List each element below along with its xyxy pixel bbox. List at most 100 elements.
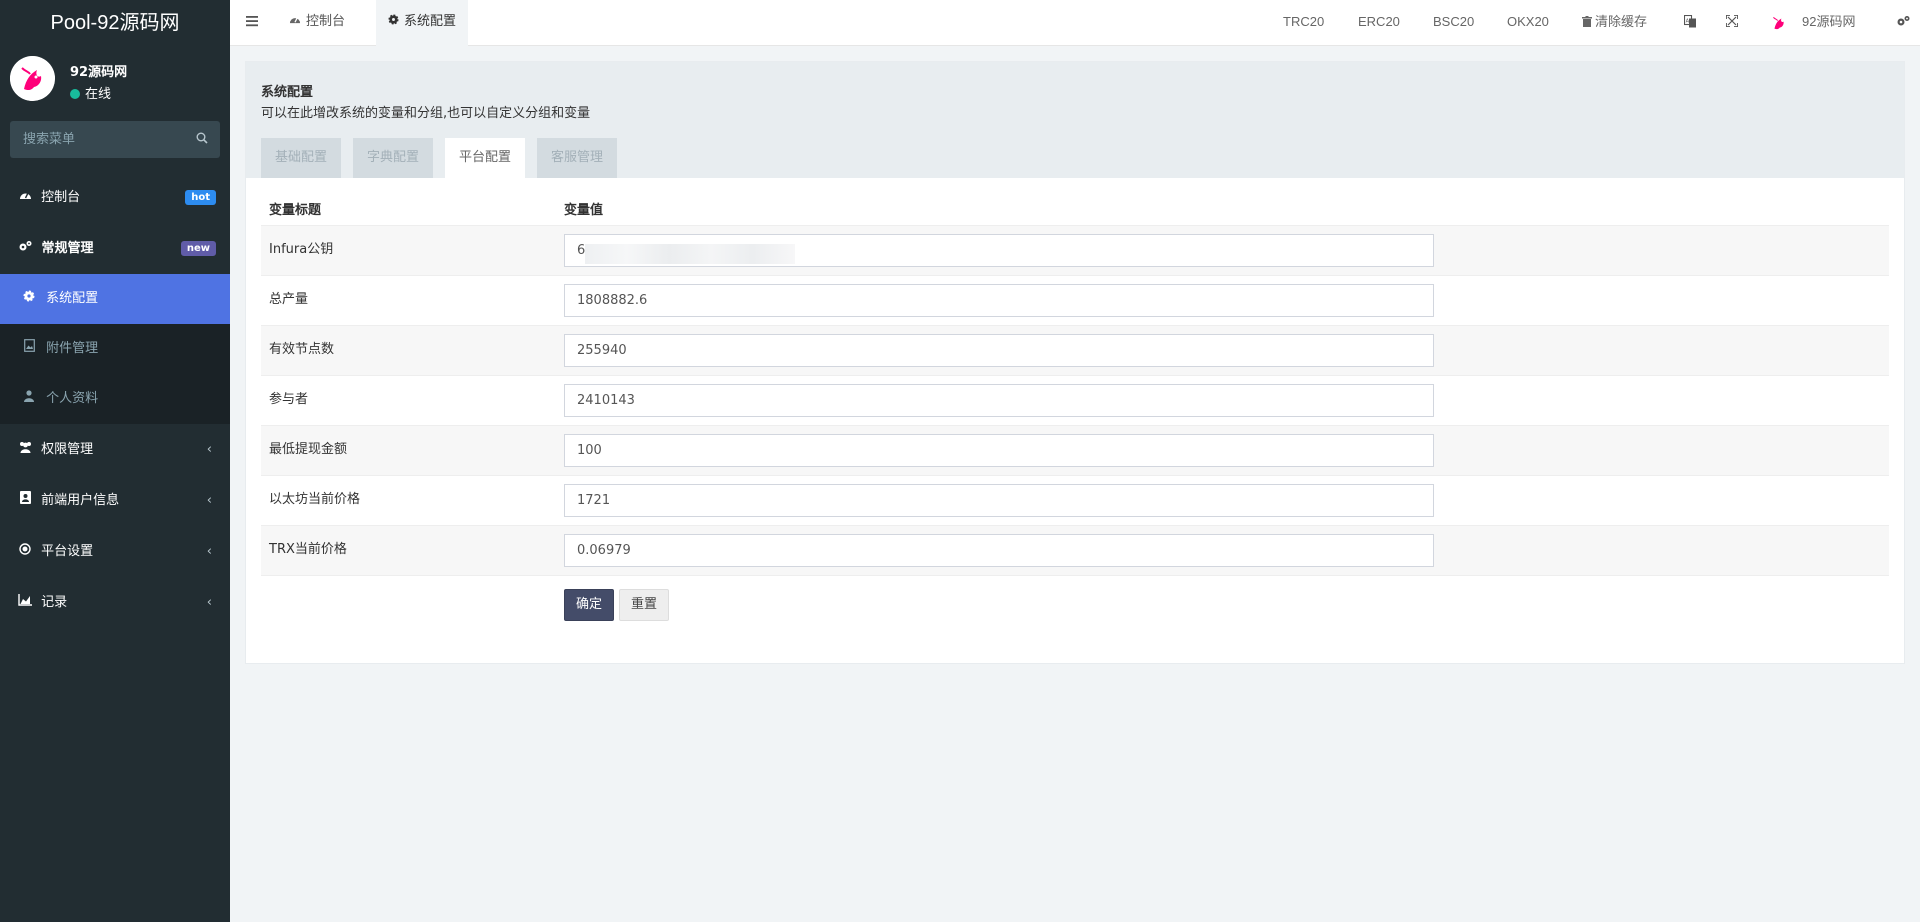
address-book-icon (18, 475, 32, 526)
area-chart-icon (18, 577, 32, 628)
settings-cogs-icon[interactable] (1896, 15, 1910, 31)
sidebar-item-label: 前端用户信息 (41, 493, 120, 508)
page-title: 系统配置 (261, 85, 314, 100)
sidebar-item-general[interactable]: 常规管理 new (0, 223, 230, 274)
valid-nodes-input[interactable] (564, 333, 1434, 367)
tab-label: 控制台 (306, 14, 346, 29)
row-value-cell (556, 275, 1889, 326)
avatar (10, 56, 55, 101)
tab-label: 系统配置 (404, 14, 457, 29)
row-label: 有效节点数 (261, 325, 556, 376)
chevron-left-icon: ‹ (206, 595, 212, 610)
column-header: 变量标题 (261, 193, 556, 226)
chevron-left-icon: ‹ (206, 442, 212, 457)
sidebar-submenu: 系统配置 附件管理 个人资料 (0, 274, 230, 424)
min-withdraw-input[interactable] (564, 433, 1434, 467)
row-label: 参与者 (261, 375, 556, 426)
fullscreen-icon[interactable] (1725, 14, 1739, 31)
sidebar-item-permissions[interactable]: 权限管理 ‹ (0, 424, 230, 475)
table-row: 总产量 (261, 275, 1889, 326)
translate-icon[interactable]: A (1683, 14, 1697, 32)
erc20-link[interactable]: ERC20 (1358, 0, 1400, 44)
reset-button[interactable]: 重置 (619, 589, 670, 621)
participants-input[interactable] (564, 383, 1434, 417)
hot-badge: hot (185, 190, 216, 205)
online-status: 在线 (70, 83, 111, 102)
bsc20-link[interactable]: BSC20 (1433, 0, 1474, 44)
sidebar-item-label: 记录 (41, 595, 68, 610)
sidebar-item-profile[interactable]: 个人资料 (0, 374, 230, 424)
table-row: 有效节点数 (261, 325, 1889, 376)
trash-icon (1582, 16, 1592, 27)
okx20-link[interactable]: OKX20 (1507, 0, 1549, 44)
chevron-left-icon: ‹ (206, 493, 212, 508)
eth-price-input[interactable] (564, 483, 1434, 517)
chevron-left-icon: ‹ (206, 544, 212, 559)
row-label: TRX当前价格 (261, 525, 556, 576)
trc20-link[interactable]: TRC20 (1283, 0, 1324, 44)
table-row: TRX当前价格 (261, 525, 1889, 576)
search-icon[interactable] (196, 132, 208, 148)
group-icon (18, 424, 32, 475)
gear-icon (22, 274, 36, 324)
tab-customer-service[interactable]: 客服管理 (537, 138, 618, 178)
table-row: Infura公钥 (261, 225, 1889, 276)
confirm-button[interactable]: 确定 (564, 589, 615, 621)
sidebar-item-attachments[interactable]: 附件管理 (0, 324, 230, 374)
panel-heading: 系统配置 可以在此增改系统的变量和分组,也可以自定义分组和变量 基础配置 字典配… (246, 62, 1904, 178)
sidebar-item-label: 权限管理 (41, 442, 94, 457)
menu-search-input[interactable] (10, 121, 220, 158)
sidebar-item-platform-settings[interactable]: 平台设置 ‹ (0, 526, 230, 577)
row-value-cell (556, 375, 1889, 426)
row-value-cell (556, 525, 1889, 576)
circle-icon (18, 526, 32, 577)
sidebar-user-name: 92源码网 (70, 65, 128, 80)
sidebar-item-label: 平台设置 (41, 544, 94, 559)
row-label: 以太坊当前价格 (261, 475, 556, 526)
sidebar-item-records[interactable]: 记录 ‹ (0, 577, 230, 628)
row-value-cell (556, 325, 1889, 376)
sidebar: Pool-92源码网 92源码网 在线 控制台 hot 常规管理 new (0, 0, 230, 922)
table-header-row: 变量标题 变量值 (261, 193, 1889, 226)
config-table: 变量标题 变量值 Infura公钥 总产量 有效节点数 参与者 最低提现金额 以… (261, 193, 1889, 576)
sidebar-item-dashboard[interactable]: 控制台 hot (0, 172, 230, 223)
tab-system-config[interactable]: 系统配置 (376, 0, 469, 46)
dashboard-icon (289, 14, 301, 29)
image-file-icon (22, 324, 36, 374)
sidebar-item-label: 附件管理 (46, 341, 99, 356)
total-output-input[interactable] (564, 283, 1434, 317)
cogs-icon (18, 223, 32, 274)
sidebar-menu: 控制台 hot 常规管理 new 系统配置 附件管理 个人资料 权限管理 ‹ 前… (0, 172, 230, 628)
menu-search[interactable] (10, 121, 220, 158)
top-user-name[interactable]: 92源码网 (1802, 0, 1855, 44)
row-label: 总产量 (261, 275, 556, 326)
table-row: 以太坊当前价格 (261, 475, 1889, 526)
menu-toggle-icon[interactable] (246, 15, 258, 31)
table-row: 参与者 (261, 375, 1889, 426)
sidebar-item-label: 系统配置 (46, 291, 99, 306)
svg-text:A: A (1686, 19, 1690, 25)
new-badge: new (180, 241, 216, 256)
online-dot-icon (70, 89, 80, 99)
table-row: 最低提现金额 (261, 425, 1889, 476)
user-avatar-icon[interactable] (1767, 11, 1791, 39)
column-header: 变量值 (556, 193, 1889, 226)
gear-icon (388, 14, 399, 29)
app-logo[interactable]: Pool-92源码网 (0, 0, 230, 46)
row-label: 最低提现金额 (261, 425, 556, 476)
page-description: 可以在此增改系统的变量和分组,也可以自定义分组和变量 (261, 106, 591, 121)
tab-platform-config[interactable]: 平台配置 (445, 138, 526, 178)
tab-dashboard[interactable]: 控制台 (277, 0, 357, 46)
tab-dictionary-config[interactable]: 字典配置 (353, 138, 434, 178)
clear-cache-button[interactable]: 清除缓存 (1582, 0, 1647, 44)
tab-basic-config[interactable]: 基础配置 (261, 138, 342, 178)
trx-price-input[interactable] (564, 533, 1434, 567)
sidebar-item-label: 常规管理 (41, 241, 94, 256)
sidebar-item-label: 个人资料 (46, 391, 99, 406)
sidebar-item-label: 控制台 (41, 190, 81, 205)
row-value-cell (556, 425, 1889, 476)
config-panel: 系统配置 可以在此增改系统的变量和分组,也可以自定义分组和变量 基础配置 字典配… (245, 61, 1905, 664)
sidebar-item-frontend-users[interactable]: 前端用户信息 ‹ (0, 475, 230, 526)
sidebar-item-system-config[interactable]: 系统配置 (0, 274, 230, 324)
user-icon (22, 374, 36, 424)
